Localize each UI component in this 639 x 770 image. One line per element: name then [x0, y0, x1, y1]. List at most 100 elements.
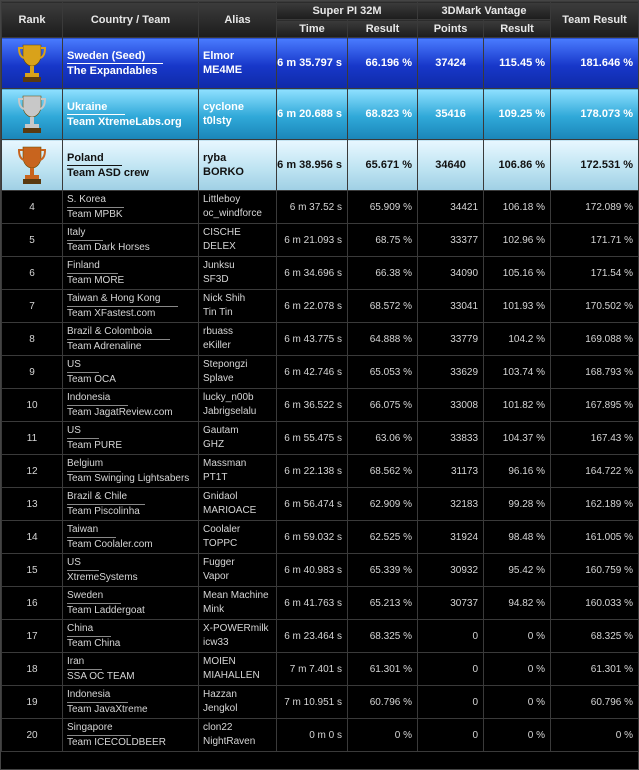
time-cell: 6 m 34.696 s: [276, 256, 348, 290]
team-cell: Brazil & Chile Team Piscolinha: [62, 487, 199, 521]
table-row[interactable]: 11 US Team PURE Gautam GHZ 6 m 55.475 s 63.06 …: [1, 421, 639, 455]
alias-1: Massman: [203, 458, 247, 469]
time-cell: 6 m 41.763 s: [276, 586, 348, 620]
team-cell: Taiwan Team Coolaler.com: [62, 520, 199, 554]
rank-cell: 18: [1, 652, 63, 686]
points-cell: 30737: [417, 586, 485, 620]
vantage-result-cell: 101.82 %: [483, 388, 552, 422]
table-row[interactable]: 16 Sweden Team Laddergoat Mean Machine Mink 6…: [1, 586, 639, 620]
alias-cell: Fugger Vapor: [198, 553, 277, 587]
table-row[interactable]: 20 Singapore Team ICECOLDBEER clon22 NightRa…: [1, 718, 639, 752]
header-alias[interactable]: Alias: [198, 1, 277, 38]
vantage-result-cell: 109.25 %: [483, 88, 552, 140]
team-result-cell: 168.793 %: [550, 355, 639, 389]
country-label: S. Korea: [67, 193, 124, 208]
rank-cell: 9: [1, 355, 63, 389]
time-cell: 6 m 55.475 s: [276, 421, 348, 455]
alias-2: Splave: [203, 373, 234, 384]
time-cell: 6 m 36.522 s: [276, 388, 348, 422]
alias-1: clon22: [203, 722, 233, 733]
table-row[interactable]: 12 Belgium Team Swinging Lightsabers Massma…: [1, 454, 639, 488]
alias-2: TOPPC: [203, 538, 238, 549]
team-cell: Sweden Team Laddergoat: [62, 586, 199, 620]
alias-1: Gautam: [203, 425, 239, 436]
header-vantage-result[interactable]: Result: [483, 19, 552, 38]
superpi-result-cell: 68.75 %: [346, 223, 419, 257]
table-row[interactable]: 10 Indonesia Team JagatReview.com lucky_n00…: [1, 388, 639, 422]
vantage-result-cell: 106.18 %: [483, 190, 552, 224]
alias-cell: X-POWERmilk icw33: [198, 619, 277, 653]
superpi-result-cell: 66.38 %: [346, 256, 419, 290]
country-label: Brazil & Colomboia: [67, 325, 171, 340]
table-row[interactable]: 7 Taiwan & Hong Kong Team XFastest.com Nick…: [1, 289, 639, 323]
table-row[interactable]: 4 S. Korea Team MPBK Littleboy oc_windforce 6…: [1, 190, 639, 224]
team-name: Team OCA: [67, 373, 116, 385]
header-team-result[interactable]: Team Result: [550, 1, 639, 38]
podium-row[interactable]: Sweden (Seed) The Expandables Elmor ME4ME 6 …: [1, 37, 639, 89]
rank-cell: 15: [1, 553, 63, 587]
header-superpi-result[interactable]: Result: [346, 19, 419, 38]
country-label: Italy: [67, 226, 104, 241]
team-cell: Iran SSA OC TEAM: [62, 652, 199, 686]
alias-2: DELEX: [203, 241, 236, 252]
table-row[interactable]: 18 Iran SSA OC TEAM MOIEN MIAHALLEN 7 m 7.401…: [1, 652, 639, 686]
points-cell: 33779: [417, 322, 485, 356]
team-result-cell: 181.646 %: [550, 37, 639, 89]
time-cell: 7 m 7.401 s: [276, 652, 348, 686]
rank-cell: [1, 88, 63, 140]
table-row[interactable]: 5 Italy Team Dark Horses CISCHE DELEX 6 m 21.…: [1, 223, 639, 257]
alias-1: rbuass: [203, 326, 234, 337]
time-cell: 6 m 37.52 s: [276, 190, 348, 224]
vantage-result-cell: 106.86 %: [483, 139, 552, 191]
rank-cell: [1, 139, 63, 191]
alias-2: SF3D: [203, 274, 229, 285]
alias-cell: Massman PT1T: [198, 454, 277, 488]
team-name: Team Laddergoat: [67, 604, 145, 616]
table-row[interactable]: 8 Brazil & Colomboia Team Adrenaline rbuass…: [1, 322, 639, 356]
table-row[interactable]: 19 Indonesia Team JavaXtreme Hazzan Jengkol 7…: [1, 685, 639, 719]
points-cell: 31173: [417, 454, 485, 488]
podium-row[interactable]: Ukraine Team XtremeLabs.org cyclone t0lsty 6…: [1, 88, 639, 140]
team-name: Team Dark Horses: [67, 241, 150, 253]
podium-row[interactable]: Poland Team ASD crew ryba BORKO 6 m 38.956 s…: [1, 139, 639, 191]
alias-1: Fugger: [203, 557, 235, 568]
vantage-result-cell: 102.96 %: [483, 223, 552, 257]
header-points[interactable]: Points: [417, 19, 485, 38]
superpi-result-cell: 65.671 %: [346, 139, 419, 191]
team-cell: Indonesia Team JagatReview.com: [62, 388, 199, 422]
team-cell: Indonesia Team JavaXtreme: [62, 685, 199, 719]
silver-trophy-icon: [17, 92, 47, 136]
alias-1: Nick Shih: [203, 293, 246, 304]
alias-2: MARIOACE: [203, 505, 257, 516]
country-label: Brazil & Chile: [67, 490, 146, 505]
alias-2: BORKO: [203, 166, 244, 178]
points-cell: 33629: [417, 355, 485, 389]
header-country-team[interactable]: Country / Team: [62, 1, 199, 38]
country-label: Sweden: [67, 589, 122, 604]
team-name: Team PURE: [67, 439, 123, 451]
vantage-result-cell: 0 %: [483, 718, 552, 752]
vantage-result-cell: 104.2 %: [483, 322, 552, 356]
country-label: China: [67, 622, 112, 637]
team-result-cell: 160.033 %: [550, 586, 639, 620]
rank-cell: 11: [1, 421, 63, 455]
table-row[interactable]: 13 Brazil & Chile Team Piscolinha Gnidaol MA…: [1, 487, 639, 521]
table-row[interactable]: 15 US XtremeSystems Fugger Vapor 6 m 40.983 s…: [1, 553, 639, 587]
superpi-result-cell: 68.325 %: [346, 619, 419, 653]
alias-2: eKiller: [203, 340, 231, 351]
table-row[interactable]: 9 US Team OCA Stepongzi Splave 6 m 42.746 s 65…: [1, 355, 639, 389]
table-row[interactable]: 14 Taiwan Team Coolaler.com Coolaler TOPPC 6 …: [1, 520, 639, 554]
rank-cell: 8: [1, 322, 63, 356]
table-row[interactable]: 6 Finland Team MORE Junksu SF3D 6 m 34.696 s6…: [1, 256, 639, 290]
table-row[interactable]: 17 China Team China X-POWERmilk icw33 6 m 23.…: [1, 619, 639, 653]
alias-2: Vapor: [203, 571, 229, 582]
vantage-result-cell: 0 %: [483, 685, 552, 719]
alias-cell: rbuass eKiller: [198, 322, 277, 356]
team-cell: Sweden (Seed) The Expandables: [62, 37, 199, 89]
alias-1: Gnidaol: [203, 491, 238, 502]
alias-2: Tin Tin: [203, 307, 233, 318]
team-cell: S. Korea Team MPBK: [62, 190, 199, 224]
header-rank[interactable]: Rank: [1, 1, 63, 38]
points-cell: 34421: [417, 190, 485, 224]
header-time[interactable]: Time: [276, 19, 348, 38]
